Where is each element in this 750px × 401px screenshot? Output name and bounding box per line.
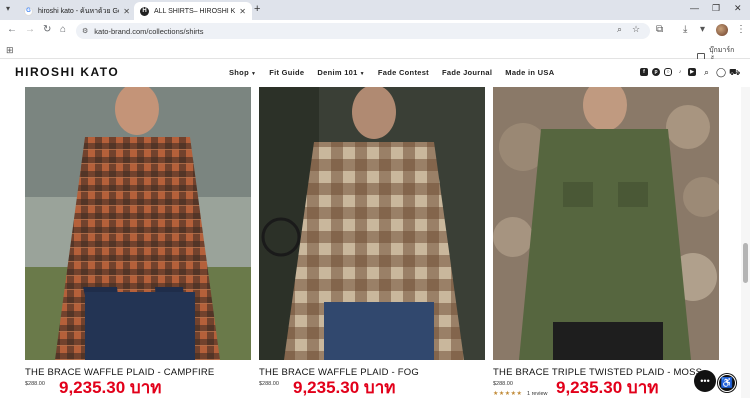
accessibility-icon[interactable]: ♿ [718, 374, 736, 392]
nav-item-fade-journal[interactable]: Fade Journal [442, 68, 492, 77]
browser-tab-google[interactable]: G hiroshi kato - ค้นหาด้วย Google ✕ [18, 2, 136, 20]
reload-icon[interactable]: ↻ [43, 24, 51, 35]
browser-tab-bar: ▾ G hiroshi kato - ค้นหาด้วย Google ✕ H … [0, 0, 750, 20]
new-tab-button[interactable]: + [254, 3, 260, 15]
menu-icon[interactable]: ⋮ [736, 24, 746, 35]
tiktok-icon[interactable]: ♪ [676, 68, 684, 76]
rating-stars: ★★★★★ [493, 391, 523, 397]
site-header: HIROSHI KATO Shop ▼ Fit Guide Denim 101 ▼ … [0, 59, 750, 87]
product-price-thb: 9,235.30 บาท [556, 378, 659, 397]
pinterest-icon[interactable]: p [652, 68, 660, 76]
product-price: $288.00 [25, 381, 45, 387]
nav-label: Shop [229, 68, 249, 77]
nav-item-fade-contest[interactable]: Fade Contest [378, 68, 429, 77]
scrollbar-thumb[interactable] [743, 243, 748, 283]
product-card[interactable]: THE BRACE TRIPLE TWISTED PLAID - MOSS $2… [493, 87, 719, 398]
url-text: kato-brand.com/collections/shirts [94, 26, 204, 36]
product-image[interactable] [493, 87, 719, 360]
chevron-down-icon: ▼ [250, 71, 257, 77]
cast-icon[interactable]: ▾ [700, 24, 705, 35]
nav-item-shop[interactable]: Shop ▼ [229, 68, 256, 77]
tab-search-icon[interactable]: ▾ [6, 4, 10, 13]
chevron-down-icon: ▼ [359, 71, 365, 77]
product-image[interactable] [25, 87, 251, 360]
product-price: $288.00 [259, 381, 279, 387]
profile-avatar[interactable] [716, 24, 728, 36]
apps-grid-icon[interactable]: ⊞ [6, 45, 14, 56]
main-nav: Shop ▼ Fit Guide Denim 101 ▼ Fade Contest … [229, 68, 554, 77]
instagram-icon[interactable]: ○ [664, 68, 672, 76]
youtube-icon[interactable]: ▶ [688, 68, 696, 76]
minimize-icon[interactable]: — [690, 3, 699, 13]
product-photo-moss [493, 87, 719, 360]
review-count[interactable]: 1 review [527, 391, 547, 397]
nav-item-denim-101[interactable]: Denim 101 ▼ [317, 68, 364, 77]
site-info-icon[interactable]: ⚙ [82, 27, 88, 35]
product-price-thb: 9,235.30 บาท [293, 378, 396, 397]
google-icon: G [24, 6, 33, 16]
zoom-search-icon[interactable]: ⌕ [617, 24, 622, 35]
close-tab-icon[interactable]: ✕ [123, 7, 130, 16]
nav-item-made-in-usa[interactable]: Made in USA [505, 68, 554, 77]
hiroshi-kato-favicon: H [140, 6, 149, 16]
product-price-thb: 9,235.30 บาท [59, 378, 162, 397]
back-icon[interactable]: ← [7, 24, 17, 35]
product-photo-campfire [25, 87, 251, 360]
close-window-icon[interactable]: ✕ [734, 3, 742, 14]
tab-title: ALL SHIRTS– HIROSHI KATO | C [154, 7, 236, 15]
product-photo-fog [259, 87, 485, 360]
bookmarks-bar: ⊞ บุ๊กมาร์กทั้งหมด [0, 42, 750, 65]
home-icon[interactable]: ⌂ [60, 24, 66, 35]
search-icon[interactable]: ⌕ [704, 67, 709, 78]
bookmark-star-icon[interactable]: ☆ [632, 24, 640, 35]
facebook-icon[interactable]: f [640, 68, 648, 76]
tab-title: hiroshi kato - ค้นหาด้วย Google [38, 7, 119, 15]
product-card[interactable]: THE BRACE WAFFLE PLAID - CAMPFIRE $288.0… [25, 87, 251, 398]
chat-icon[interactable]: ••• [694, 370, 716, 392]
address-bar-row: ← → ↻ ⌂ ⚙ kato-brand.com/collections/shi… [0, 20, 750, 42]
product-image[interactable] [259, 87, 485, 360]
product-price: $288.00 [493, 381, 513, 387]
account-icon[interactable]: ◯ [716, 67, 726, 78]
browser-tab-active[interactable]: H ALL SHIRTS– HIROSHI KATO | C ✕ [134, 2, 252, 20]
cart-icon[interactable]: ⛟ [729, 67, 740, 79]
forward-icon[interactable]: → [25, 24, 35, 35]
nav-item-fit-guide[interactable]: Fit Guide [269, 68, 304, 77]
download-icon[interactable]: ⤓ [683, 24, 687, 35]
url-field[interactable]: ⚙ kato-brand.com/collections/shirts [76, 23, 650, 39]
close-tab-icon[interactable]: ✕ [239, 7, 246, 16]
product-card[interactable]: THE BRACE WAFFLE PLAID - FOG $288.00 9,2… [259, 87, 485, 398]
site-logo[interactable]: HIROSHI KATO [15, 65, 119, 79]
extensions-icon[interactable]: ⧉ [656, 24, 663, 35]
nav-label: Denim 101 [317, 68, 358, 77]
social-links: f p ○ ♪ ▶ [640, 68, 696, 76]
restore-icon[interactable]: ❐ [712, 3, 720, 14]
